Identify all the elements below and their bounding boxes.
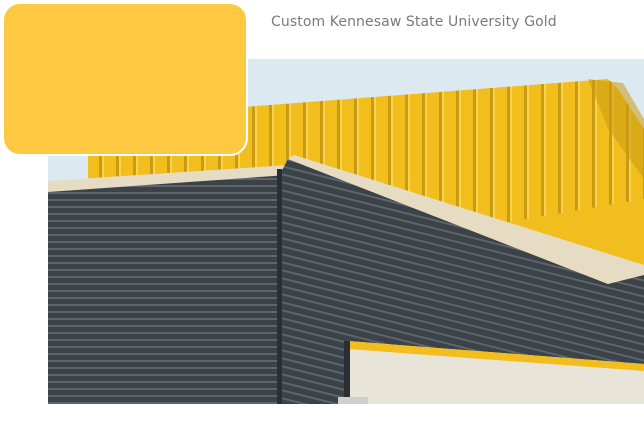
color-name-caption: Custom Kennesaw State University Gold bbox=[271, 14, 557, 30]
color-swatch bbox=[2, 2, 248, 156]
dark-siding-left bbox=[48, 174, 280, 404]
light-fixture bbox=[338, 397, 368, 404]
product-color-card: Custom Kennesaw State University Gold bbox=[0, 0, 644, 434]
